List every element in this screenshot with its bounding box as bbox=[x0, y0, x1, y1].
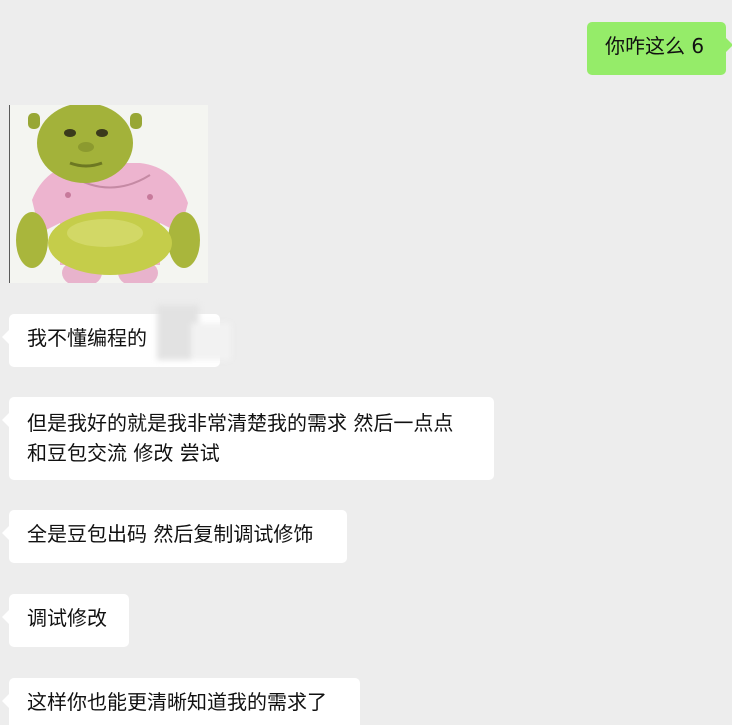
message-text: 调试修改 bbox=[27, 606, 107, 630]
message-bubble-incoming[interactable]: 调试修改 bbox=[2, 594, 129, 647]
chat-window: 你咋这么 6 我不懂编程的 但是我好的就是我非常清楚我的需求 然后一点点 和豆包… bbox=[0, 0, 732, 725]
message-bubble-outgoing[interactable]: 你咋这么 6 bbox=[587, 22, 732, 75]
message-text: 我不懂编程的 bbox=[27, 326, 147, 350]
shrek-sticker[interactable] bbox=[9, 105, 208, 283]
shrek-sticker-icon bbox=[10, 105, 208, 283]
message-text: 全是豆包出码 然后复制调试修饰 bbox=[27, 522, 314, 546]
message-text: 这样你也能更清晰知道我的需求了 bbox=[27, 690, 327, 714]
message-bubble-incoming[interactable]: 这样你也能更清晰知道我的需求了 bbox=[2, 678, 360, 725]
message-bubble-incoming[interactable]: 全是豆包出码 然后复制调试修饰 bbox=[2, 510, 347, 563]
message-bubble-incoming[interactable]: 但是我好的就是我非常清楚我的需求 然后一点点 和豆包交流 修改 尝试 bbox=[2, 397, 494, 480]
message-text: 你咋这么 6 bbox=[605, 34, 705, 58]
blurred-redaction bbox=[155, 305, 235, 360]
message-text-line: 和豆包交流 修改 尝试 bbox=[27, 441, 220, 465]
message-text-line: 但是我好的就是我非常清楚我的需求 然后一点点 bbox=[27, 411, 454, 435]
